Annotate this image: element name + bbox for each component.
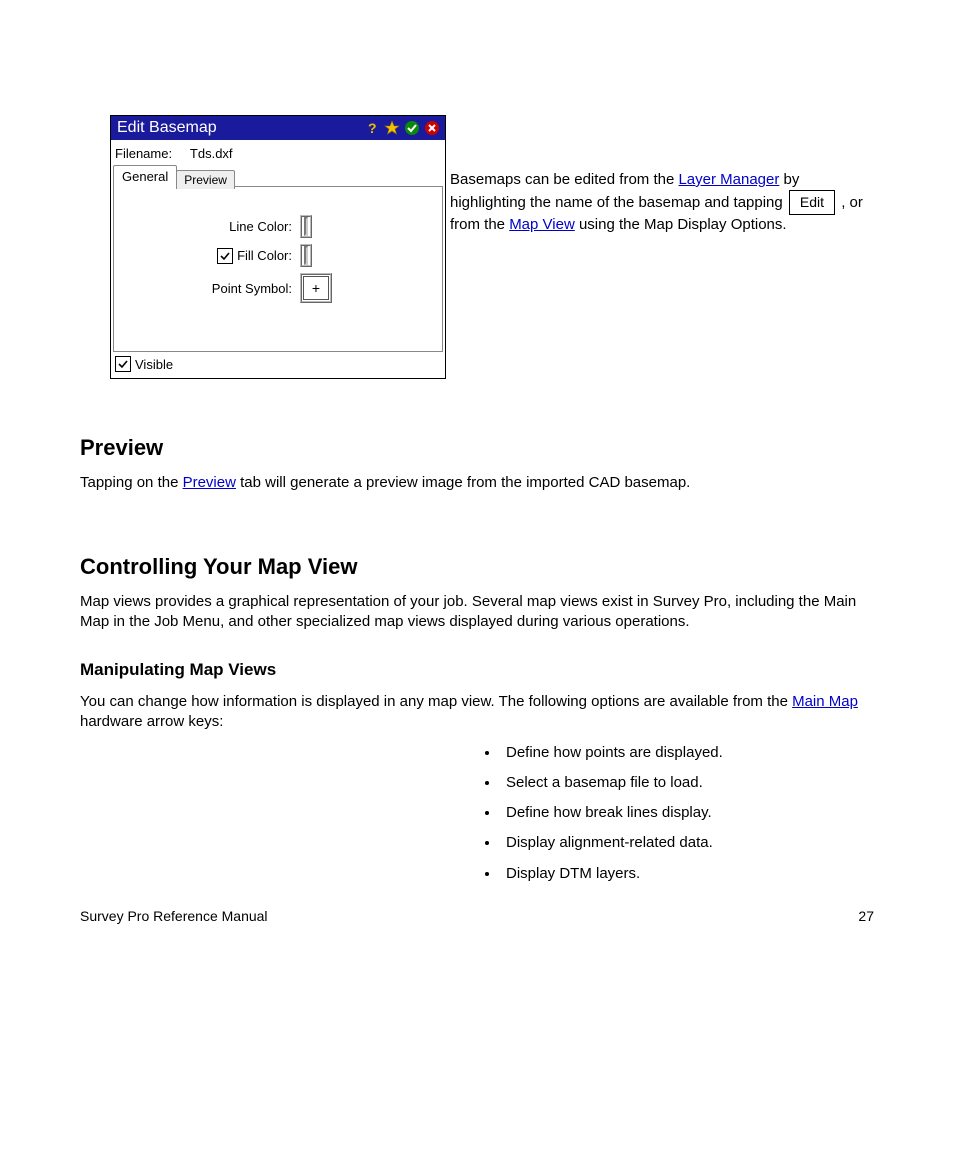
line-color-swatch[interactable] [300,215,312,238]
svg-text:?: ? [368,120,377,136]
star-icon[interactable] [383,119,401,137]
fill-color-checkbox[interactable] [217,248,233,264]
footer-right: 27 [858,908,874,924]
heading-preview: Preview [80,435,874,461]
link-main-map[interactable]: Main Map [792,693,858,710]
link-map-view[interactable]: Map View [509,216,575,233]
list-item: Define how points are displayed. [500,743,874,763]
filename-value: Tds.dxf [190,146,233,161]
fill-color-swatch[interactable] [300,244,312,267]
filename-label: Filename: [115,146,172,161]
link-layer-manager[interactable]: Layer Manager [678,171,779,188]
heading-controlling-map: Controlling Your Map View [80,554,874,580]
preview-paragraph: Tapping on the Preview tab will generate… [80,473,874,493]
bullet-list: Define how points are displayed. Select … [80,743,874,884]
line-color-row: Line Color: [122,215,434,238]
list-item: Select a basemap file to load. [500,773,874,793]
dialog-titlebar[interactable]: Edit Basemap ? [111,116,445,140]
help-icon[interactable]: ? [363,119,381,137]
tab-general[interactable]: General [113,165,177,187]
visible-checkbox[interactable] [115,356,131,372]
footer-left: Survey Pro Reference Manual [80,908,268,924]
tabstrip: General Preview [113,165,443,187]
point-symbol-label: Point Symbol: [122,281,300,296]
list-item: Display alignment-related data. [500,833,874,853]
edit-basemap-dialog: Edit Basemap ? Filename: Tds.dxf General [110,115,446,379]
manipulating-map-paragraph: You can change how information is displa… [80,692,874,733]
edit-button-inline[interactable]: Edit [789,190,835,215]
point-symbol-picker[interactable]: + [300,273,332,303]
tab-preview[interactable]: Preview [176,170,235,189]
close-icon[interactable] [423,119,441,137]
line-color-label: Line Color: [122,219,300,234]
fill-color-label: Fill Color: [237,248,292,263]
controlling-map-paragraph: Map views provides a graphical represent… [80,592,874,633]
tab-panel-general: Line Color: Fill Color: [113,186,443,352]
fill-color-row: Fill Color: [122,244,434,267]
point-symbol-row: Point Symbol: + [122,273,434,303]
heading-manipulating-map: Manipulating Map Views [80,660,874,680]
link-preview-tab[interactable]: Preview [183,474,236,491]
list-item: Display DTM layers. [500,864,874,884]
filename-row: Filename: Tds.dxf [113,142,443,165]
ok-icon[interactable] [403,119,421,137]
visible-row: Visible [113,352,443,376]
visible-label: Visible [135,357,173,372]
list-item: Define how break lines display. [500,803,874,823]
dialog-title: Edit Basemap [117,119,361,137]
lead-paragraph: Basemaps can be edited from the Layer Ma… [450,170,874,235]
